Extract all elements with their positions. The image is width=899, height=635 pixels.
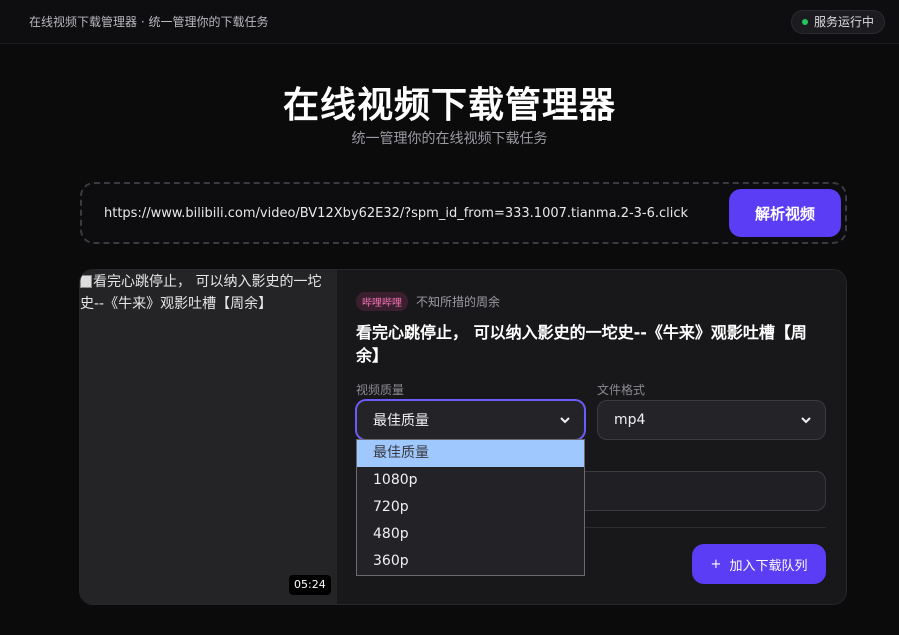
quality-select[interactable]: 最佳质量: [356, 400, 585, 440]
chevron-down-icon: [560, 417, 570, 424]
quality-option[interactable]: 480p: [357, 521, 584, 548]
url-input[interactable]: [104, 205, 729, 221]
uploader-name: 不知所措的周余: [416, 294, 501, 309]
status-badge: 服务运行中: [790, 9, 885, 34]
format-select[interactable]: mp4: [597, 400, 826, 440]
platform-badge: 哔哩哔哩: [356, 291, 408, 311]
video-thumbnail: 看完心跳停止， 可以纳入影史的一坨史--《牛来》观影吐槽【周余】 05:24: [80, 270, 337, 604]
page-title: 在线视频下载管理器: [282, 85, 616, 126]
quality-option[interactable]: 720p: [357, 494, 584, 521]
thumbnail-alt-text: 看完心跳停止， 可以纳入影史的一坨史--《牛来》观影吐槽【周余】: [80, 271, 337, 315]
quality-select-value: 最佳质量: [373, 413, 429, 429]
quality-label: 视频质量: [356, 383, 405, 397]
add-to-queue-label: 加入下载队列: [729, 558, 808, 574]
status-dot-icon: [801, 18, 808, 25]
quality-option[interactable]: 最佳质量: [357, 440, 584, 467]
plus-icon: +: [710, 556, 722, 572]
quality-option[interactable]: 360p: [357, 548, 584, 575]
parse-video-button[interactable]: 解析视频: [729, 189, 841, 237]
page-subtitle: 统一管理你的在线视频下载任务: [351, 131, 548, 147]
status-text: 服务运行中: [813, 15, 874, 29]
video-meta: 哔哩哔哩 不知所措的周余: [356, 291, 828, 311]
broken-image-icon: [80, 275, 92, 288]
format-label: 文件格式: [597, 383, 646, 397]
video-title: 看完心跳停止， 可以纳入影史的一坨史--《牛来》观影吐槽【周余】: [356, 323, 807, 365]
app-title: 在线视频下载管理器 · 统一管理你的下载任务: [29, 15, 269, 29]
top-bar: 在线视频下载管理器 · 统一管理你的下载任务 服务运行中: [0, 0, 899, 44]
thumbnail-alt-label: 看完心跳停止， 可以纳入影史的一坨史--《牛来》观影吐槽【周余】: [80, 274, 322, 312]
video-info: 哔哩哔哩 不知所措的周余 看完心跳停止， 可以纳入影史的一坨史--《牛来》观影吐…: [356, 291, 828, 367]
chevron-down-icon: [801, 417, 811, 424]
format-select-value: mp4: [614, 412, 646, 428]
duration-badge: 05:24: [289, 575, 331, 595]
quality-dropdown-list: 最佳质量 1080p 720p 480p 360p: [356, 439, 585, 576]
url-drop-zone: 解析视频: [80, 182, 847, 244]
add-to-queue-button[interactable]: + 加入下载队列: [692, 544, 826, 584]
quality-option[interactable]: 1080p: [357, 467, 584, 494]
